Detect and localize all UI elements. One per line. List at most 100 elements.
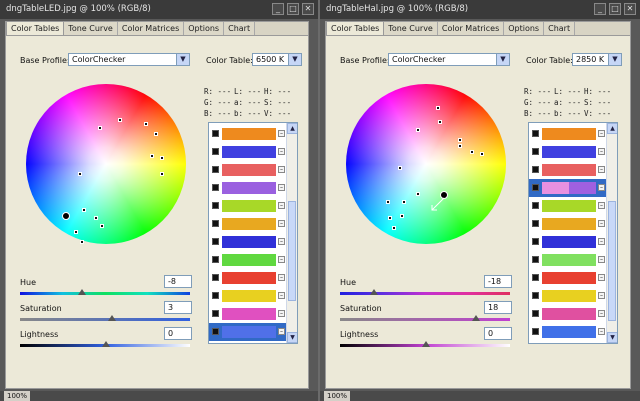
swatch-pair[interactable]	[542, 272, 596, 284]
lightness-input[interactable]: 0	[164, 327, 192, 340]
close-button[interactable]: ✕	[302, 3, 314, 15]
swatch-list[interactable]: – – – – – – – – – – – – ▲ ▼	[208, 122, 298, 344]
window-titlebar[interactable]: dngTableLED.jpg @ 100% (RGB/8) _ □ ✕	[0, 0, 318, 19]
swatch-menu-icon[interactable]: –	[278, 238, 285, 245]
wheel-point[interactable]	[416, 192, 420, 196]
swatch-pair[interactable]	[542, 218, 596, 230]
swatch-pair[interactable]	[222, 218, 276, 230]
swatch-row[interactable]: –	[209, 215, 286, 233]
wheel-point[interactable]	[480, 152, 484, 156]
swatch-menu-icon[interactable]: –	[598, 166, 605, 173]
swatch-row[interactable]: –	[529, 161, 606, 179]
tab-tone-curve[interactable]: Tone Curve	[384, 22, 438, 35]
swatch-row[interactable]: –	[209, 197, 286, 215]
swatch-checkbox[interactable]	[532, 238, 539, 245]
swatch-checkbox[interactable]	[532, 220, 539, 227]
hue-input[interactable]: -18	[484, 275, 512, 288]
swatch-pair[interactable]	[222, 308, 276, 320]
swatch-checkbox[interactable]	[532, 328, 539, 335]
swatch-row[interactable]: –	[209, 161, 286, 179]
swatch-pair[interactable]	[222, 128, 276, 140]
wheel-point[interactable]	[80, 240, 84, 244]
tab-tone-curve[interactable]: Tone Curve	[64, 22, 118, 35]
close-button[interactable]: ✕	[624, 3, 636, 15]
color-wheel[interactable]	[346, 84, 506, 244]
wheel-point[interactable]	[398, 166, 402, 170]
swatch-row[interactable]: –	[209, 305, 286, 323]
swatch-pair[interactable]	[222, 200, 276, 212]
swatch-checkbox[interactable]	[532, 292, 539, 299]
swatch-checkbox[interactable]	[212, 148, 219, 155]
tab-options[interactable]: Options	[184, 22, 225, 35]
swatch-row[interactable]: –	[529, 125, 606, 143]
swatch-pair[interactable]	[542, 236, 596, 248]
tab-color-tables[interactable]: Color Tables	[6, 21, 65, 35]
maximize-button[interactable]: □	[287, 3, 299, 15]
swatch-row[interactable]: –	[529, 287, 606, 305]
zoom-level[interactable]: 100%	[4, 391, 31, 401]
swatch-checkbox[interactable]	[532, 148, 539, 155]
wheel-point[interactable]	[160, 156, 164, 160]
swatch-menu-icon[interactable]: –	[598, 202, 605, 209]
swatch-checkbox[interactable]	[212, 130, 219, 137]
swatch-row[interactable]: –	[529, 215, 606, 233]
swatch-row[interactable]: –	[209, 179, 286, 197]
swatch-menu-icon[interactable]: –	[278, 202, 285, 209]
swatch-menu-icon[interactable]: –	[278, 292, 285, 299]
swatch-pair[interactable]	[542, 308, 596, 320]
swatch-row[interactable]: –	[529, 269, 606, 287]
hue-slider-thumb[interactable]	[78, 289, 86, 295]
swatch-row[interactable]: –	[529, 143, 606, 161]
swatch-checkbox[interactable]	[532, 202, 539, 209]
swatch-pair[interactable]	[222, 272, 276, 284]
swatch-menu-icon[interactable]: –	[278, 166, 285, 173]
wheel-point[interactable]	[436, 106, 440, 110]
wheel-point[interactable]	[74, 230, 78, 234]
swatch-row[interactable]: –	[529, 251, 606, 269]
swatch-checkbox[interactable]	[212, 166, 219, 173]
swatch-menu-icon[interactable]: –	[278, 274, 285, 281]
swatch-checkbox[interactable]	[212, 292, 219, 299]
tab-chart[interactable]: Chart	[224, 22, 256, 35]
color-table-select[interactable]: 2850 K ▼	[572, 53, 622, 66]
maximize-button[interactable]: □	[609, 3, 621, 15]
swatch-pair[interactable]	[222, 164, 276, 176]
scroll-up-icon[interactable]: ▲	[287, 123, 297, 134]
wheel-point[interactable]	[386, 200, 390, 204]
swatch-row[interactable]: –	[529, 323, 606, 341]
swatch-pair[interactable]	[542, 200, 596, 212]
wheel-point[interactable]	[78, 172, 82, 176]
swatch-menu-icon[interactable]: –	[598, 274, 605, 281]
chevron-down-icon[interactable]: ▼	[176, 54, 189, 65]
swatch-menu-icon[interactable]: –	[278, 130, 285, 137]
color-wheel[interactable]	[26, 84, 186, 244]
tab-color-tables[interactable]: Color Tables	[326, 21, 385, 35]
wheel-point[interactable]	[438, 120, 442, 124]
wheel-point[interactable]	[470, 150, 474, 154]
saturation-slider-thumb[interactable]	[472, 315, 480, 321]
swatch-row[interactable]: –	[209, 233, 286, 251]
scroll-down-icon[interactable]: ▼	[287, 332, 297, 343]
swatch-row[interactable]: –	[529, 305, 606, 323]
scroll-up-icon[interactable]: ▲	[607, 123, 617, 134]
saturation-slider-track[interactable]	[340, 318, 510, 321]
swatch-checkbox[interactable]	[212, 274, 219, 281]
hue-input[interactable]: -8	[164, 275, 192, 288]
wheel-point[interactable]	[118, 118, 122, 122]
hue-slider-thumb[interactable]	[370, 289, 378, 295]
swatch-pair[interactable]	[542, 146, 596, 158]
lightness-input[interactable]: 0	[484, 327, 512, 340]
chevron-down-icon[interactable]: ▼	[608, 54, 621, 65]
swatch-menu-icon[interactable]: –	[598, 238, 605, 245]
tab-color-matrices[interactable]: Color Matrices	[437, 22, 505, 35]
swatch-checkbox[interactable]	[532, 166, 539, 173]
wheel-point[interactable]	[400, 214, 404, 218]
saturation-slider-thumb[interactable]	[108, 315, 116, 321]
wheel-point[interactable]	[402, 200, 406, 204]
swatch-menu-icon[interactable]: –	[598, 310, 605, 317]
swatch-checkbox[interactable]	[212, 184, 219, 191]
swatch-pair[interactable]	[542, 254, 596, 266]
wheel-point[interactable]	[388, 216, 392, 220]
swatch-pair[interactable]	[542, 128, 596, 140]
swatch-checkbox[interactable]	[532, 256, 539, 263]
